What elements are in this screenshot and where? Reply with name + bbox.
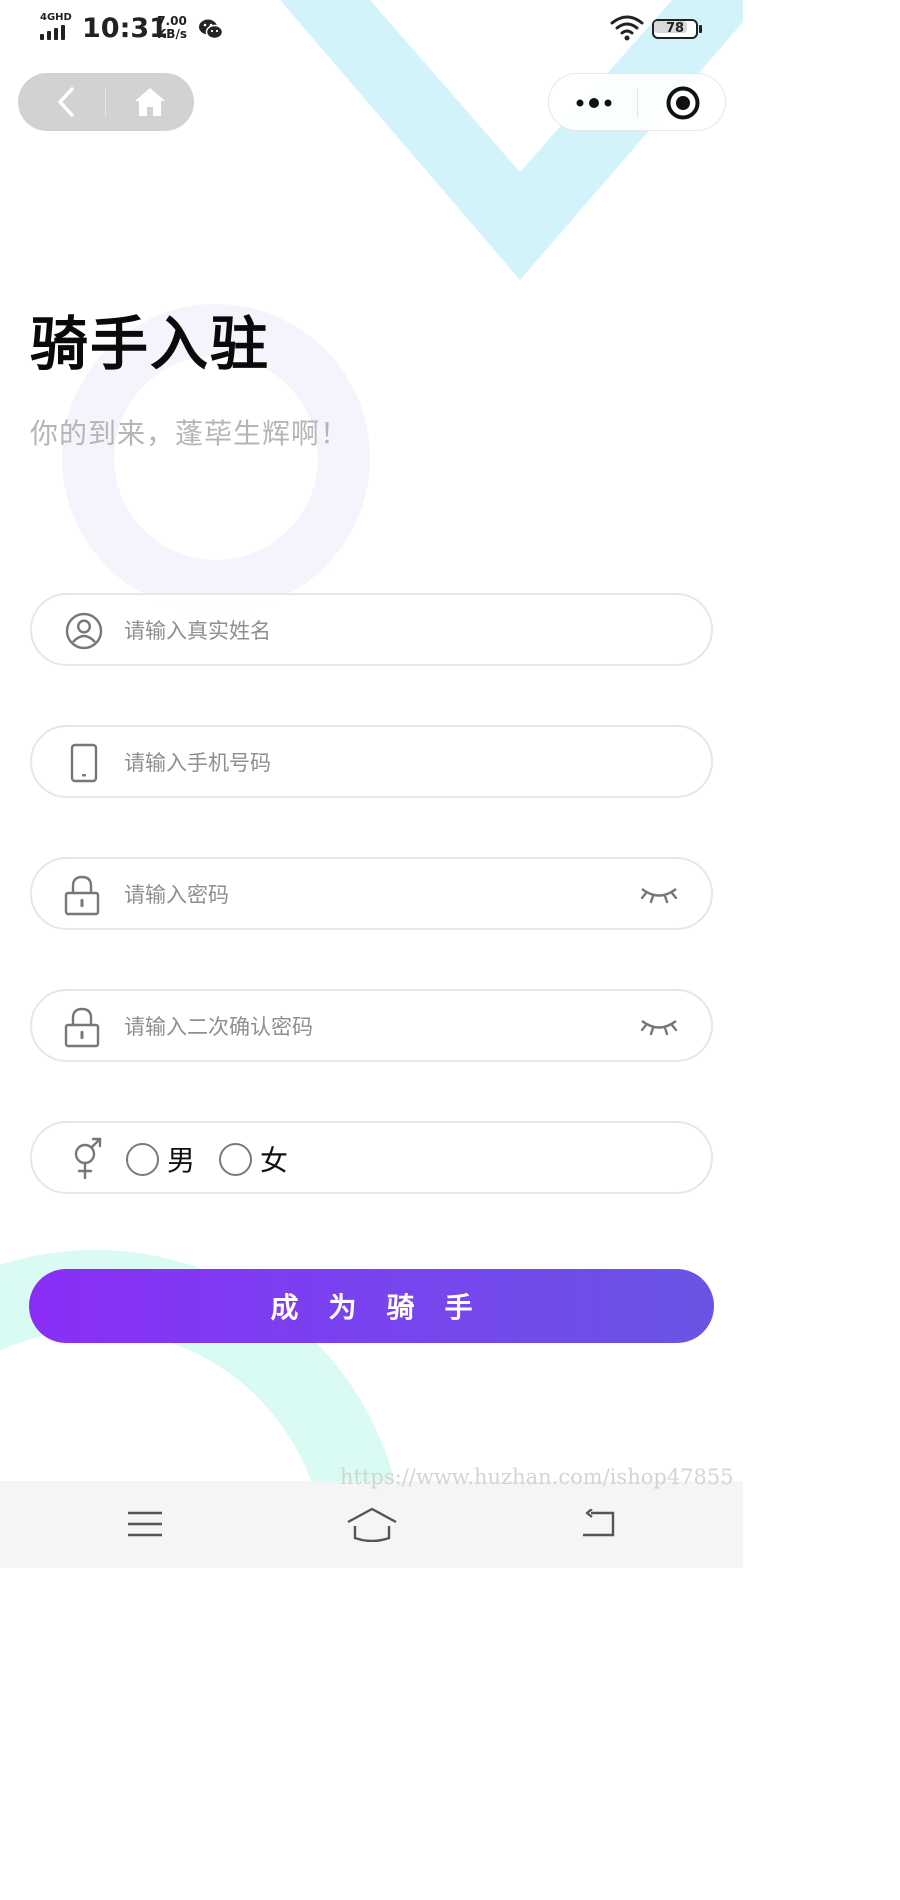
male-label: 男	[167, 1144, 196, 1177]
password-visibility-toggle[interactable]	[636, 879, 682, 911]
phone-input[interactable]	[124, 741, 624, 785]
confirm-password-field	[30, 989, 713, 1062]
nav-capsule-right	[548, 73, 726, 131]
back-arrow-icon	[583, 1509, 615, 1537]
confirm-password-input[interactable]	[124, 1005, 624, 1049]
phone-field	[30, 725, 713, 798]
home-button[interactable]	[128, 82, 172, 122]
speed-unit: KB/s	[157, 27, 187, 41]
confirm-password-visibility-toggle[interactable]	[636, 1011, 682, 1043]
chevron-left-icon	[58, 87, 74, 117]
name-field	[30, 593, 713, 666]
status-bar: 4GHD 10:31 7.00 KB/s 78	[0, 0, 743, 60]
home-icon	[135, 88, 165, 116]
page-subtitle: 你的到来，蓬荜生辉啊！	[30, 417, 350, 450]
system-home-button[interactable]	[342, 1501, 402, 1547]
nav-capsule-left	[18, 73, 194, 131]
wifi-icon	[610, 15, 644, 41]
capsule-divider	[105, 87, 106, 117]
become-rider-button[interactable]: 成为骑手	[29, 1269, 714, 1343]
male-radio[interactable]	[126, 1142, 159, 1176]
gender-icon	[66, 1137, 110, 1181]
menu-icon	[128, 1511, 162, 1537]
home-outline-icon	[347, 1507, 397, 1542]
gender-field: 男 女	[30, 1121, 713, 1194]
name-input[interactable]	[124, 609, 624, 653]
more-button[interactable]	[569, 83, 619, 123]
female-label: 女	[260, 1144, 289, 1177]
password-field	[30, 857, 713, 930]
system-menu-button[interactable]	[115, 1501, 175, 1547]
eye-closed-icon	[640, 888, 678, 904]
female-radio[interactable]	[219, 1142, 252, 1176]
more-dots-icon	[576, 98, 612, 108]
battery-level: 78	[665, 21, 685, 36]
signal-icon: 4GHD	[40, 12, 74, 42]
close-button[interactable]	[661, 83, 705, 123]
password-input[interactable]	[124, 873, 624, 917]
capsule-divider	[637, 88, 638, 118]
network-speed: 7.00 KB/s	[157, 15, 187, 41]
system-nav-bar	[0, 1481, 743, 1568]
gender-option-female[interactable]: 女	[219, 1139, 288, 1179]
wechat-icon	[199, 19, 224, 40]
battery-icon: 78	[652, 19, 702, 39]
system-back-button[interactable]	[568, 1501, 628, 1547]
eye-closed-icon	[640, 1020, 678, 1036]
user-icon	[62, 609, 106, 653]
lock-icon	[60, 1005, 104, 1049]
target-close-icon	[666, 86, 700, 120]
network-type: 4GHD	[40, 12, 72, 23]
page-title: 骑手入驻	[30, 310, 271, 378]
status-time: 10:31	[82, 13, 168, 44]
phone-icon	[62, 741, 106, 785]
watermark: https://www.huzhan.com/ishop47855	[340, 1465, 734, 1489]
gender-option-male[interactable]: 男	[126, 1139, 195, 1179]
lock-icon	[60, 873, 104, 917]
back-button[interactable]	[46, 82, 86, 122]
